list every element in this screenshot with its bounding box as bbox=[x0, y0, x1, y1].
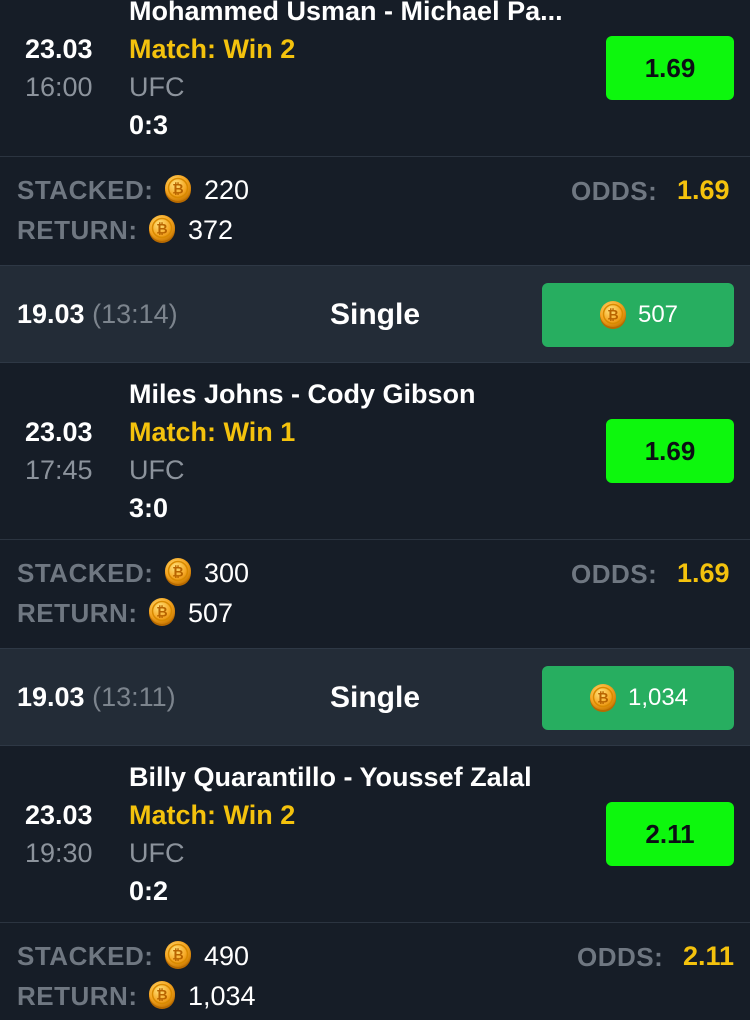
event-time: 19:30 bbox=[25, 838, 93, 868]
slip-date-value: 19.03 bbox=[17, 682, 85, 712]
bet-slip-header[interactable]: 19.03 (13:11) Single 1,034 bbox=[0, 648, 750, 746]
bet-slip-header[interactable]: 19.03 (13:14) Single 507 bbox=[0, 265, 750, 363]
slip-return-amount: 1,034 bbox=[627, 684, 689, 711]
stacked-amount: 490 bbox=[204, 941, 250, 971]
event-score: 0:3 bbox=[129, 110, 169, 140]
odds-value: 2.11 bbox=[683, 941, 735, 971]
return-amount: 1,034 bbox=[188, 981, 256, 1011]
stacked-label: STACKED: bbox=[17, 175, 154, 205]
event-date: 23.03 bbox=[25, 417, 93, 447]
slip-time: (13:14) bbox=[92, 299, 178, 329]
bet-history-screen: ₿ Mohammed Usman - Michael Pa... 23.03 M… bbox=[0, 0, 750, 1020]
event-date: 23.03 bbox=[25, 800, 93, 830]
odds-label: ODDS: bbox=[571, 559, 658, 589]
stacked-amount: 220 bbox=[204, 175, 250, 205]
event-teams: Miles Johns - Cody Gibson bbox=[129, 379, 476, 409]
return-amount: 507 bbox=[188, 598, 234, 628]
return-label: RETURN: bbox=[17, 981, 138, 1011]
event-date: 23.03 bbox=[25, 34, 93, 64]
odd-button[interactable]: 1.69 bbox=[606, 419, 734, 483]
event-score: 0:2 bbox=[129, 876, 169, 906]
event-league: UFC bbox=[129, 838, 185, 868]
bet-market: Match: Win 1 bbox=[129, 417, 296, 447]
event-league: UFC bbox=[129, 455, 185, 485]
coin-icon bbox=[147, 980, 177, 1010]
coin-icon bbox=[147, 214, 177, 244]
odds-label: ODDS: bbox=[571, 176, 658, 206]
bet-event-card: Mohammed Usman - Michael Pa... 23.03 Mat… bbox=[0, 0, 750, 157]
odds-value: 1.69 bbox=[677, 175, 730, 205]
slip-return-amount: 507 bbox=[637, 301, 679, 328]
bet-event-card: Billy Quarantillo - Youssef Zalal 23.03 … bbox=[0, 746, 750, 923]
bet-market: Match: Win 2 bbox=[129, 800, 296, 830]
event-league: UFC bbox=[129, 72, 185, 102]
coin-icon bbox=[163, 940, 193, 970]
coin-icon bbox=[163, 174, 193, 204]
stacked-amount: 300 bbox=[204, 558, 250, 588]
bet-event-card: Miles Johns - Cody Gibson 23.03 Match: W… bbox=[0, 363, 750, 540]
slip-return-button[interactable]: 1,034 bbox=[542, 666, 734, 730]
event-time: 17:45 bbox=[25, 455, 93, 485]
slip-date-value: 19.03 bbox=[17, 299, 85, 329]
return-amount: 372 bbox=[188, 215, 234, 245]
event-score: 3:0 bbox=[129, 493, 169, 523]
slip-time: (13:11) bbox=[92, 682, 176, 712]
bet-summary: STACKED: 300 RETURN: 507 ODDS: 1.69 bbox=[0, 540, 750, 648]
bet-summary: STACKED: 490 RETURN: 1,034 ODDS: 2.11 bbox=[0, 923, 750, 1020]
coin-icon bbox=[163, 557, 193, 587]
return-label: RETURN: bbox=[17, 598, 138, 628]
coin-icon bbox=[588, 683, 618, 713]
bet-summary: STACKED: 220 RETURN: 372 ODDS: 1.69 bbox=[0, 157, 750, 265]
odds-label: ODDS: bbox=[577, 942, 664, 972]
bet-market: Match: Win 2 bbox=[129, 34, 296, 64]
event-teams: Mohammed Usman - Michael Pa... bbox=[129, 0, 563, 26]
slip-date: 19.03 (13:11) bbox=[17, 682, 176, 713]
slip-date: 19.03 (13:14) bbox=[17, 299, 178, 330]
odds-value: 1.69 bbox=[677, 558, 730, 588]
odd-button[interactable]: 2.11 bbox=[606, 802, 734, 866]
stacked-label: STACKED: bbox=[17, 558, 154, 588]
stacked-label: STACKED: bbox=[17, 941, 154, 971]
event-teams: Billy Quarantillo - Youssef Zalal bbox=[129, 762, 532, 792]
odd-button[interactable]: 1.69 bbox=[606, 36, 734, 100]
return-label: RETURN: bbox=[17, 215, 138, 245]
slip-return-button[interactable]: 507 bbox=[542, 283, 734, 347]
coin-icon bbox=[147, 597, 177, 627]
coin-icon bbox=[598, 300, 628, 330]
event-time: 16:00 bbox=[25, 72, 93, 102]
